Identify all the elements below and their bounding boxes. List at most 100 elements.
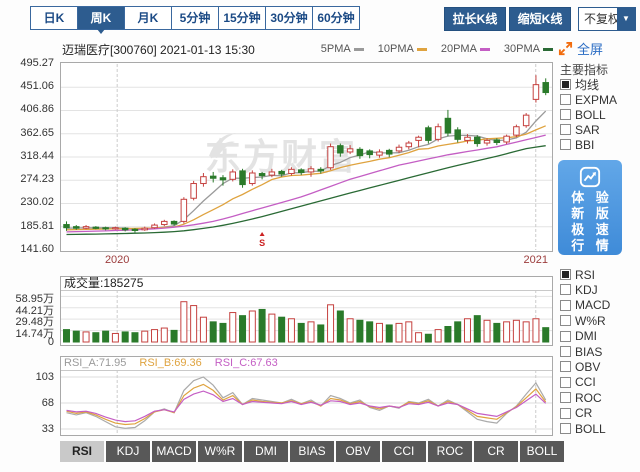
checkbox-OBV[interactable]: OBV: [560, 360, 600, 373]
checkbox-box[interactable]: [560, 346, 571, 357]
checkbox-EXPMA[interactable]: EXPMA: [560, 93, 617, 106]
period-tab-group: 日K周K月K5分钟15分钟30分钟60分钟: [30, 6, 360, 30]
price-tick: 451.06: [0, 80, 54, 92]
indicator-tab-BOLL[interactable]: BOLL: [520, 441, 564, 462]
shrink-kline-button[interactable]: 缩短K线: [509, 7, 571, 31]
rsi-panel[interactable]: RSI_A:71.95 RSI_B:69.36 RSI_C:67.63: [60, 356, 553, 436]
price-tick: 406.86: [0, 103, 54, 115]
checkbox-W%R[interactable]: W%R: [560, 314, 606, 327]
indicator-tab-W%R[interactable]: W%R: [198, 441, 242, 462]
indicator-tab-ROC[interactable]: ROC: [428, 441, 472, 462]
period-tab-60分钟[interactable]: 60分钟: [312, 6, 360, 30]
checkbox-label: EXPMA: [575, 93, 617, 107]
legend-swatch: [480, 48, 490, 51]
indicator-tab-BIAS[interactable]: BIAS: [290, 441, 334, 462]
price-tick: 185.81: [0, 220, 54, 232]
checkbox-box[interactable]: [560, 109, 571, 120]
indicator-tab-OBV[interactable]: OBV: [336, 441, 380, 462]
legend-swatch: [354, 48, 364, 51]
checkbox-BIAS[interactable]: BIAS: [560, 345, 602, 358]
checkbox-box[interactable]: [560, 139, 571, 150]
checkbox-box[interactable]: [560, 269, 571, 280]
indicator-tab-CCI[interactable]: CCI: [382, 441, 426, 462]
checkbox-DMI[interactable]: DMI: [560, 330, 597, 343]
checkbox-RSI[interactable]: RSI: [560, 268, 595, 281]
legend-label: 30PMA: [504, 43, 540, 55]
checkbox-BBI[interactable]: BBI: [560, 138, 594, 151]
price-tick: 141.60: [0, 243, 54, 255]
volume-tick: 0: [0, 336, 54, 348]
checkbox-CR[interactable]: CR: [560, 407, 592, 420]
stretch-kline-button[interactable]: 拉长K线: [444, 7, 506, 31]
rsi-tick: 103: [0, 371, 54, 383]
new-version-promo-button[interactable]: 体 验 新 版 极 速 行 情: [558, 160, 622, 255]
legend-item-undefined: 20PMA: [441, 43, 490, 55]
checkbox-CCI[interactable]: CCI: [560, 376, 596, 389]
x-axis-year-label: 2021: [514, 254, 558, 266]
svg-text:S: S: [259, 238, 265, 248]
checkbox-均线[interactable]: 均线: [560, 78, 599, 91]
checkbox-label: BBI: [575, 138, 594, 152]
checkbox-box[interactable]: [560, 94, 571, 105]
legend-label: 10PMA: [378, 43, 414, 55]
price-tick: 274.23: [0, 173, 54, 185]
candlestick-chart[interactable]: S: [60, 62, 553, 252]
indicator-tab-KDJ[interactable]: KDJ: [106, 441, 150, 462]
checkbox-box[interactable]: [560, 361, 571, 372]
promo-text-line: 行 情: [562, 238, 622, 254]
checkbox-label: BIAS: [575, 345, 602, 359]
promo-text-line: 体 验: [562, 190, 622, 206]
checkbox-label: MACD: [575, 298, 610, 312]
checkbox-box[interactable]: [560, 79, 571, 90]
checkbox-label: DMI: [575, 329, 597, 343]
price-tick: 495.27: [0, 57, 54, 69]
price-tick: 318.44: [0, 150, 54, 162]
checkbox-label: BOLL: [575, 108, 606, 122]
checkbox-BOLL[interactable]: BOLL: [560, 422, 606, 435]
rsi-tick: 68: [0, 397, 54, 409]
candlestick-panel[interactable]: 东方财富 S: [60, 62, 553, 252]
rsi-value-label: RSI_A:71.95: [61, 357, 126, 369]
rsi-value-label: RSI_C:67.63: [212, 357, 278, 369]
legend-label: 5PMA: [321, 43, 351, 55]
rsi-value-label: RSI_B:69.36: [136, 357, 201, 369]
checkbox-box[interactable]: [560, 300, 571, 311]
checkbox-label: CCI: [575, 375, 596, 389]
adjust-type-value: 不复权: [584, 8, 620, 30]
period-tab-30分钟[interactable]: 30分钟: [265, 6, 313, 30]
indicator-tab-bar: RSIKDJMACDW%RDMIBIASOBVCCIROCCRBOLL: [60, 441, 564, 462]
indicator-tab-CR[interactable]: CR: [474, 441, 518, 462]
adjust-type-dropdown[interactable]: 不复权 ▼: [578, 7, 636, 31]
legend-item-undefined: 30PMA: [504, 43, 553, 55]
period-tab-15分钟[interactable]: 15分钟: [218, 6, 266, 30]
chart-line-icon: [579, 166, 601, 188]
promo-text-line: 新 版: [562, 206, 622, 222]
checkbox-box[interactable]: [560, 377, 571, 388]
period-tab-周K[interactable]: 周K: [77, 6, 125, 30]
period-tab-月K[interactable]: 月K: [124, 6, 172, 30]
checkbox-label: OBV: [575, 360, 600, 374]
checkbox-MACD[interactable]: MACD: [560, 299, 610, 312]
y-axis-labels: 495.27451.06406.86362.65318.44274.23230.…: [0, 0, 56, 472]
checkbox-SAR[interactable]: SAR: [560, 123, 600, 136]
checkbox-BOLL[interactable]: BOLL: [560, 108, 606, 121]
price-tick: 362.65: [0, 127, 54, 139]
indicator-tab-MACD[interactable]: MACD: [152, 441, 196, 462]
checkbox-ROC[interactable]: ROC: [560, 391, 602, 404]
checkbox-box[interactable]: [560, 392, 571, 403]
checkbox-box[interactable]: [560, 331, 571, 342]
legend-item-undefined: 10PMA: [378, 43, 427, 55]
legend-swatch: [543, 48, 553, 51]
checkbox-box[interactable]: [560, 408, 571, 419]
checkbox-box[interactable]: [560, 423, 571, 434]
checkbox-box[interactable]: [560, 284, 571, 295]
checkbox-label: RSI: [575, 268, 595, 282]
checkbox-KDJ[interactable]: KDJ: [560, 283, 598, 296]
indicator-tab-RSI[interactable]: RSI: [60, 441, 104, 462]
checkbox-box[interactable]: [560, 315, 571, 326]
period-tab-5分钟[interactable]: 5分钟: [171, 6, 219, 30]
indicator-tab-DMI[interactable]: DMI: [244, 441, 288, 462]
volume-panel[interactable]: 成交量:185275: [60, 276, 553, 346]
checkbox-box[interactable]: [560, 124, 571, 135]
fullscreen-button[interactable]: 全屏: [558, 39, 603, 58]
